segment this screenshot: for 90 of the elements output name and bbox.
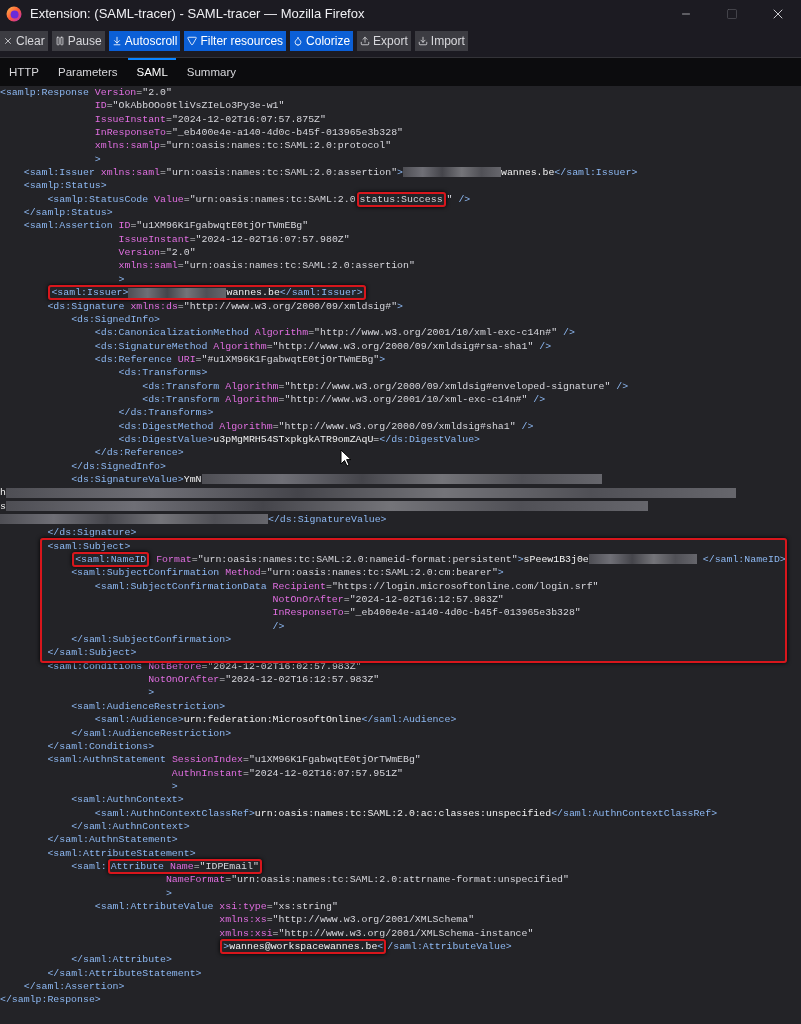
window-title: Extension: (SAML-tracer) - SAML-tracer — Mozilla Firefox [30,5,365,24]
code-line: Version="2.0" [118,247,196,259]
code-line: >wannes@workspacewannes.be< /saml:AttributeValue> [219,941,512,952]
code-line: NotOnOrAfter="2024-12-02T16:12:57.983Z" [148,674,380,686]
tab[interactable]: SAML [128,58,176,86]
code-line: </saml:AuthnContext> [71,820,190,832]
code-line: <ds:SignatureValue>YmN [71,473,602,485]
code-line: </saml:AttributeStatement> [47,967,202,979]
code-line: <ds:SignatureMethod Algorithm="http://www.w3.org/2000/09/xmldsig#rsa-sha1" /> [94,340,552,352]
code-line: </ds:Signature> [47,527,137,539]
code-line: <saml:AttributeStatement> [47,847,196,859]
code-line: > [171,780,178,792]
code-line: <saml:AuthnContextClassRef>urn:oasis:names:tc:SAML:2.0:ac:classes:unspecified</saml:AuthnContextClassRef> [94,807,718,819]
code-line: <saml:Audience>urn:federation:MicrosoftOnline</saml:Audience> [94,714,457,726]
code-line: <saml:Issuer xmlns:saml="urn:oasis:names:tc:SAML:2.0:assertion"> wannes.be</saml:Issuer> [23,167,638,179]
toolbar-button[interactable]: Filter resources [184,31,287,51]
code-line: <saml:Assertion ID="u1XM96K1FgabwqtE0tjOrTWmEBg" [23,220,309,232]
logo-icon [6,6,22,22]
code-line: </saml:SubjectConfirmation> [71,634,232,646]
cursor-icon [340,449,352,467]
code-line: <saml:Subject> [47,540,131,552]
code-line: <saml:AuthnContext> [71,794,184,806]
filter-icon [187,36,198,46]
code-line: IssueInstant="2024-12-02T16:07:57.980Z" [118,233,350,245]
close-icon [3,36,13,46]
code-line: <saml: Attribute Name="IDPEmail" [71,860,263,872]
toolbar-button[interactable]: Export [357,31,411,51]
toolbar-button[interactable]: Import [414,31,468,51]
code-line: xmlns:saml="urn:oasis:names:tc:SAML:2.0:assertion" [118,260,415,272]
tab[interactable]: Parameters [50,58,126,86]
code-line: </samlp:Status> [23,207,113,219]
code-line: <saml:AudienceRestriction> [71,700,226,712]
code-line: NotOnOrAfter="2024-12-02T16:12:57.983Z" [272,594,504,606]
toolbar-button[interactable]: Clear [0,31,48,51]
code-line: <samlp:StatusCode Value="urn:oasis:names:tc:SAML:2.0 status:Success " /> [47,193,471,205]
code-line: <saml:SubjectConfirmationData Recipient="https://login.microsoftonline.com/login.srf" [94,580,599,592]
code-line: AuthnInstant="2024-12-02T16:07:57.951Z" [171,767,403,779]
code-line: </saml:Conditions> [47,740,155,752]
code-line: <ds:Transform Algorithm="http://www.w3.org/2001/10/xml-exc-c14n#" /> [142,393,546,405]
code-line: <saml:Conditions NotBefore="2024-12-02T16:02:57.983Z" [47,660,362,672]
code-line: <saml:AuthnStatement SessionIndex="u1XM96K1FgabwqtE0tjOrTWmEBg" [47,754,421,766]
code-line: NameFormat="urn:oasis:names:tc:SAML:2.0:attrname-format:unspecified" [165,874,569,886]
code-line: > [94,153,101,165]
code-line: ID="OkAbbOOo9tliVsZIeLo3Py3e-w1" [94,100,285,112]
code-line: </ds:Transforms> [118,407,214,419]
download-icon [417,36,428,46]
code-line: <saml:NameID Format="urn:oasis:names:tc:SAML:2.0:nameid-format:persistent">sPeew1B3j0e </saml:NameID> [71,554,786,566]
code-line: h [0,487,736,499]
code-line: </saml:Subject> [47,647,137,659]
code-line: IssueInstant="2024-12-02T16:07:57.875Z" [94,113,326,125]
code-line: <samlp:Response Version="2.0" [0,87,172,98]
download-arrow-icon [111,36,122,46]
code-line: > [118,273,125,285]
code-line: xmlns:xsi="http://www.w3.org/2001/XMLSchema-instance" [219,927,534,939]
code-line: </ds:Reference> [94,447,184,459]
code-line: <ds:DigestValue>u3pMgMRH54STxpkgkATR9omZAqU=</ds:DigestValue> [118,433,481,445]
code-line: <samlp:Status> [23,180,107,192]
code-line: InResponseTo="_eb400e4e-a140-4d0c-b45f-013965e3b328" [94,127,403,139]
upload-icon [360,36,371,46]
code-line: xmlns:samlp="urn:oasis:names:tc:SAML:2.0:protocol" [94,140,392,152]
code-line: </saml:Assertion> [23,981,125,993]
tab[interactable]: Summary [178,58,244,86]
code-line: </ds:SignatureValue> [0,514,387,525]
code-line: <ds:Signature xmlns:ds="http://www.w3.org/2000/09/xmldsig#"> [47,300,403,312]
maximize-icon [726,8,738,20]
code-line: <ds:Transform Algorithm="http://www.w3.org/2000/09/xmldsig#enveloped-signature" /> [142,380,629,392]
code-line: </saml:AuthnStatement> [47,834,178,846]
code-line: <ds:CanonicalizationMethod Algorithm="http://www.w3.org/2001/10/xml-exc-c14n#" /> [94,327,575,339]
code-line: </saml:Attribute> [71,954,172,966]
code-line: <saml:SubjectConfirmation Method="urn:oasis:names:tc:SAML:2.0:cm:bearer"> [71,567,504,579]
code-line: InResponseTo="_eb400e4e-a140-4d0c-b45f-013965e3b328" [272,607,581,619]
pause-icon [54,36,65,46]
toolbar-button[interactable]: Autoscroll [108,31,181,51]
code-line: </samlp:Response> [0,994,101,1006]
tab[interactable]: HTTP [1,58,48,86]
code-line: > [165,887,172,899]
droplet-icon [293,36,304,46]
code-line: </ds:SignedInfo> [71,460,166,472]
code-line: <ds:SignedInfo> [71,313,160,325]
toolbar-button[interactable]: Colorize [290,31,354,51]
code-line: > [148,687,155,699]
code-line: <ds:DigestMethod Algorithm="http://www.w3.org/2000/09/xmldsig#sha1" /> [118,420,534,432]
code-line: </saml:AudienceRestriction> [71,727,232,739]
code-line: s [0,500,648,512]
code-line: <ds:Reference URI="#u1XM96K1FgabwqtE0tjOrTWmEBg"> [94,353,386,365]
code-line: <ds:Transforms> [118,367,208,379]
toolbar-button[interactable]: Pause [51,31,105,51]
code-line: /> [272,620,285,632]
code-line: xmlns:xs="http://www.w3.org/2001/XMLSchema" [219,914,475,926]
code-line: <saml:AttributeValue xsi:type="xs:string" [94,900,338,912]
